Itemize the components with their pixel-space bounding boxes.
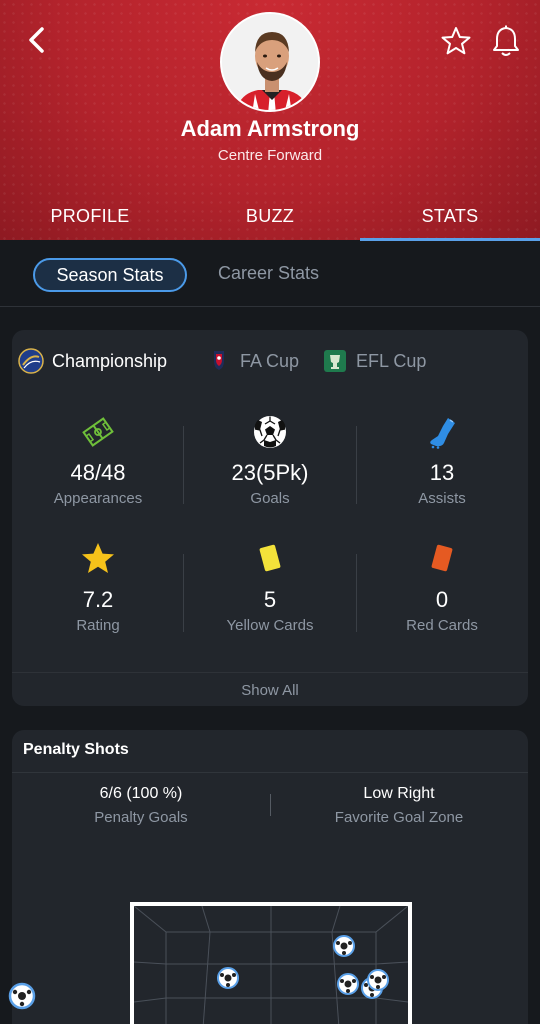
stat-value: 7.2 — [82, 587, 114, 612]
show-all-link[interactable]: Show All — [12, 682, 528, 699]
card-divider — [12, 772, 528, 773]
player-name: Adam Armstrong — [180, 116, 360, 141]
stat-appearances: 48/48 Appearances — [12, 414, 184, 507]
penalty-ball-markers — [217, 935, 389, 999]
favorite-goal-zone-stat: Low Right Favorite Goal Zone — [270, 785, 528, 826]
player-avatar — [220, 12, 320, 112]
tab-buzz[interactable]: BUZZ — [180, 196, 360, 240]
stat-rating: 7.2 Rating — [12, 541, 184, 634]
stat-assists: 13 Assists — [356, 414, 528, 507]
back-arrow-icon[interactable] — [22, 24, 52, 56]
stat-label: Rating — [76, 617, 120, 634]
favorite-zone-label: Favorite Goal Zone — [334, 809, 464, 826]
stat-goals: 23(5Pk) Goals — [184, 414, 356, 507]
favorite-star-icon[interactable] — [440, 25, 472, 57]
competition-label: FA Cup — [240, 350, 300, 371]
tab-stats[interactable]: STATS — [360, 196, 540, 240]
efl-cup-logo-icon — [324, 350, 346, 372]
penalty-goals-stat: 6/6 (100 %) Penalty Goals — [12, 785, 270, 826]
red-card-icon — [431, 544, 453, 572]
career-stats-tab[interactable]: Career Stats — [218, 263, 319, 284]
competition-label: Championship — [52, 350, 168, 371]
tab-profile[interactable]: PROFILE — [0, 196, 180, 240]
player-position: Centre Forward — [217, 147, 323, 164]
stat-divider — [183, 554, 184, 632]
penalty-shots-card: Penalty Shots 6/6 (100 %) Penalty Goals … — [12, 730, 528, 1024]
floating-ball-button-icon[interactable] — [8, 982, 36, 1010]
stat-yellow-cards: 5 Yellow Cards — [184, 541, 356, 634]
stat-red-cards: 0 Red Cards — [356, 541, 528, 634]
boot-icon — [430, 418, 455, 449]
season-stats-tab[interactable]: Season Stats — [33, 258, 187, 292]
stat-label: Red Cards — [406, 617, 478, 634]
competition-fa-cup[interactable]: FA Cup — [206, 346, 299, 376]
favorite-zone-value: Low Right — [363, 785, 435, 802]
penalty-title: Penalty Shots — [23, 741, 129, 758]
stat-label: Goals — [250, 490, 290, 507]
competition-label: EFL Cup — [356, 350, 427, 371]
stat-divider — [356, 554, 357, 632]
stats-subtabs: Season Stats Career Stats — [0, 241, 540, 307]
player-portrait — [222, 14, 318, 110]
yellow-card-icon — [259, 544, 281, 572]
stat-label: Yellow Cards — [226, 617, 314, 634]
stat-label: Assists — [418, 490, 466, 507]
stat-divider — [183, 426, 184, 504]
fa-cup-logo-icon — [214, 351, 224, 370]
stat-label: Appearances — [53, 490, 143, 507]
star-icon — [82, 543, 114, 573]
competition-efl-cup[interactable]: EFL Cup — [322, 346, 426, 376]
season-stats-card: Championship FA Cup EFL Cup 48/48 Appear… — [12, 330, 528, 706]
penalty-goals-label: Penalty Goals — [94, 809, 188, 826]
stat-divider — [356, 426, 357, 504]
penalty-goals-value: 6/6 (100 %) — [99, 785, 183, 802]
stat-value: 23(5Pk) — [231, 460, 309, 485]
pitch-icon — [82, 417, 114, 447]
card-divider — [12, 672, 528, 673]
stat-value: 0 — [435, 587, 449, 612]
stat-value: 48/48 — [70, 460, 126, 485]
football-icon — [254, 416, 286, 448]
player-header: Adam Armstrong Centre Forward PROFILE BU… — [0, 0, 540, 240]
player-tabs: PROFILE BUZZ STATS — [0, 196, 540, 240]
championship-logo-icon — [18, 348, 44, 374]
goal-net-diagram — [130, 902, 412, 1024]
stat-value: 5 — [263, 587, 277, 612]
notification-bell-icon[interactable] — [490, 24, 522, 58]
stat-value: 13 — [429, 460, 455, 485]
competition-championship[interactable]: Championship — [18, 346, 167, 376]
